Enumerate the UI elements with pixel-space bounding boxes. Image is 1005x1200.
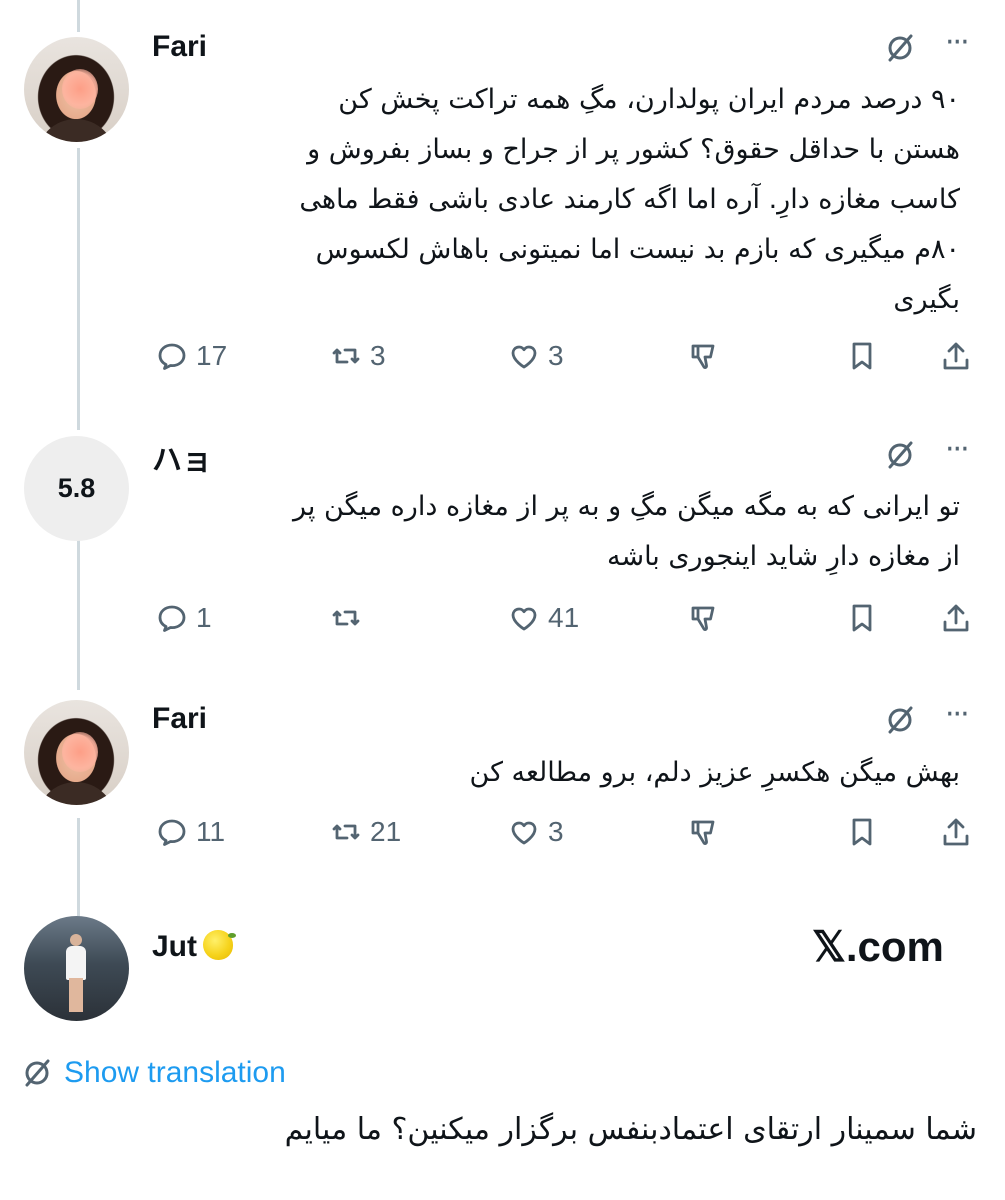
tweet-text-line: هستن با حداقل حقوق؟ کشور پر از جراح و بس… — [307, 134, 960, 165]
repost-icon — [332, 610, 360, 626]
repost-button[interactable] — [330, 598, 370, 638]
bookmark-button[interactable] — [846, 336, 884, 376]
tweet-text: تو ایرانی که به مگه میگن مگِ و به پر از … — [293, 482, 960, 582]
heart-icon — [511, 607, 537, 631]
share-button[interactable] — [940, 336, 978, 376]
more-icon[interactable]: ··· — [945, 435, 970, 465]
tweet-text-line: ۹۰ درصد مردم ایران پولدارن، مگِ همه تراک… — [338, 84, 960, 115]
tweet-text: ۹۰ درصد مردم ایران پولدارن، مگِ همه تراک… — [299, 75, 960, 325]
avatar-head — [70, 934, 82, 946]
avatar-shirt — [36, 782, 116, 805]
bookmark-icon — [852, 604, 872, 632]
tweet-text-line: تو ایرانی که به مگه میگن مگِ و به پر از … — [293, 491, 960, 522]
reply-icon — [158, 819, 186, 846]
dislike-button[interactable] — [688, 812, 726, 852]
dislike-button[interactable] — [688, 336, 726, 376]
dislike-button[interactable] — [688, 598, 726, 638]
like-count: 41 — [548, 602, 580, 633]
x-watermark: 𝕏.com — [812, 923, 944, 970]
reply-icon — [158, 605, 186, 632]
heart-icon — [511, 345, 537, 369]
bookmark-icon — [852, 342, 872, 370]
share-button[interactable] — [940, 598, 978, 638]
tweet-2[interactable]: 5.8 ハョ ··· تو ایرانی که به مگه میگن مگِ … — [0, 420, 1005, 690]
translate-icon[interactable] — [885, 440, 915, 470]
reply-button[interactable]: 11 — [156, 812, 225, 852]
repost-button[interactable]: 3 — [330, 336, 386, 376]
translate-icon[interactable] — [885, 705, 915, 735]
bookmark-icon — [852, 818, 872, 846]
tweet-1[interactable]: Fari ··· ۹۰ درصد مردم ایران پولدارن، مگِ… — [0, 0, 1005, 420]
show-translation-label: Show translation — [64, 1056, 286, 1089]
bookmark-button[interactable] — [846, 812, 884, 852]
avatar[interactable] — [24, 916, 129, 1021]
bookmark-button[interactable] — [846, 598, 884, 638]
repost-icon — [332, 348, 360, 364]
avatar[interactable]: 5.8 — [24, 436, 129, 541]
action-bar: 17 3 3 — [150, 336, 980, 376]
like-button[interactable]: 41 — [508, 598, 579, 638]
action-bar: 1 41 — [150, 598, 980, 638]
author-name[interactable]: Jut — [152, 930, 236, 964]
like-count: 3 — [548, 340, 564, 371]
lemon-emoji-icon — [203, 930, 236, 960]
more-icon[interactable]: ··· — [945, 28, 970, 58]
tweet-text-line: بهش میگن هکسرِ عزیز دلم، برو مطالعه کن — [469, 757, 960, 788]
like-button[interactable]: 3 — [508, 336, 564, 376]
repost-count: 3 — [370, 340, 386, 371]
share-icon — [943, 342, 969, 370]
tweet-3[interactable]: Fari ··· بهش میگن هکسرِ عزیز دلم، برو مط… — [0, 690, 1005, 910]
share-button[interactable] — [940, 812, 978, 852]
action-bar: 11 21 3 — [150, 812, 980, 852]
reply-count: 17 — [196, 340, 228, 371]
like-count: 3 — [548, 816, 564, 847]
thumbs-down-icon — [691, 820, 715, 845]
share-icon — [943, 818, 969, 846]
reply-button[interactable]: 1 — [156, 598, 212, 638]
author-name-text: Jut — [152, 930, 197, 963]
avatar-face-blur — [62, 69, 98, 109]
avatar[interactable] — [24, 37, 129, 142]
repost-count: 21 — [370, 816, 402, 847]
tweet-text-line: ۸۰م میگیری که بازم بد نیست اما نمیتونی ب… — [315, 234, 960, 265]
heart-icon — [511, 821, 537, 845]
repost-icon — [332, 824, 360, 840]
avatar-shirt — [36, 119, 116, 142]
like-button[interactable]: 3 — [508, 812, 564, 852]
more-icon[interactable]: ··· — [945, 700, 970, 730]
tweet-text-line: از مغازه دارِ شاید اینجوری باشه — [606, 541, 960, 572]
reply-count: 11 — [196, 816, 226, 847]
show-translation-link[interactable]: Show translation — [22, 1056, 286, 1090]
author-name[interactable]: Fari — [152, 702, 207, 736]
translate-icon[interactable] — [885, 33, 915, 63]
author-name[interactable]: ハョ — [152, 435, 212, 479]
translate-icon — [25, 1059, 50, 1087]
tweet-text-line: بگیری — [893, 284, 960, 315]
avatar-legs — [69, 978, 83, 1012]
main-tweet-text: شما سمینار ارتقای اعتمادبنفس برگزار میکن… — [284, 1112, 977, 1147]
reply-icon — [158, 343, 186, 370]
reply-button[interactable]: 17 — [156, 336, 227, 376]
repost-button[interactable]: 21 — [330, 812, 401, 852]
thumbs-down-icon — [691, 344, 715, 369]
tweet-text-line: کاسب مغازه دارِ. آره اما اگه کارمند عادی… — [299, 184, 960, 215]
avatar[interactable] — [24, 700, 129, 805]
author-name[interactable]: Fari — [152, 30, 207, 64]
reply-count: 1 — [196, 602, 212, 633]
thumbs-down-icon — [691, 606, 715, 631]
avatar-face-blur — [62, 732, 98, 772]
share-icon — [943, 604, 969, 632]
avatar-body — [66, 946, 86, 980]
tweet-text: بهش میگن هکسرِ عزیز دلم، برو مطالعه کن — [470, 748, 960, 798]
